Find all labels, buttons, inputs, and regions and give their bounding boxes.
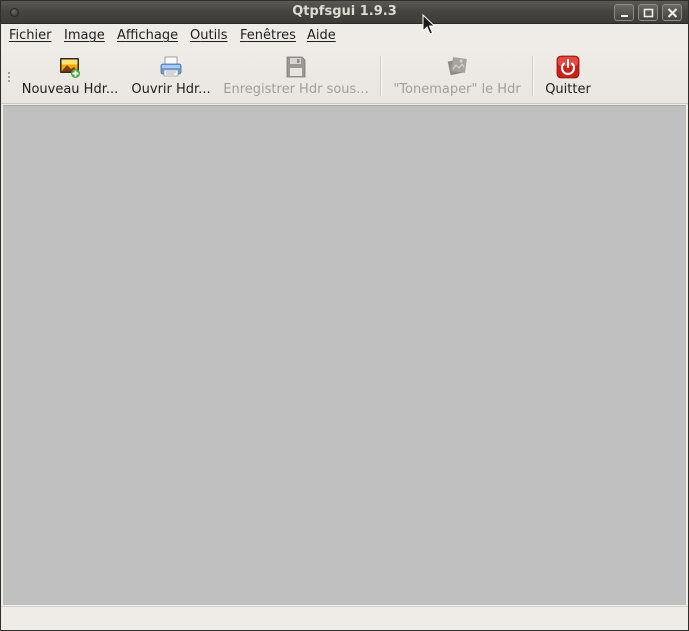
window-title: Qtpfsgui 1.9.3 xyxy=(292,4,397,19)
menu-mnemonic: A xyxy=(117,28,126,43)
save-icon xyxy=(286,56,306,78)
menu-mnemonic: A xyxy=(307,28,316,43)
menu-label: ichier xyxy=(15,28,52,43)
minimize-button[interactable] xyxy=(614,4,634,21)
menu-bar: Fichier Image Affichage Outils Fenêtres … xyxy=(1,24,688,48)
maximize-button[interactable] xyxy=(638,4,658,21)
new-hdr-button[interactable]: Nouveau Hdr... xyxy=(19,48,121,104)
tonemap-hdr-button[interactable]: "Tonemaper" le Hdr xyxy=(389,48,525,104)
mdi-workspace[interactable] xyxy=(3,105,686,605)
menu-label: utils xyxy=(200,28,228,43)
quit-label: Quitter xyxy=(545,82,591,97)
menu-aide[interactable]: Aide xyxy=(307,28,336,44)
menu-fenetres[interactable]: Fenêtres xyxy=(240,28,296,44)
status-bar xyxy=(1,606,688,630)
main-toolbar: Nouveau Hdr... Ouvrir Hdr... Enregistrer… xyxy=(1,48,688,104)
menu-label: enêtres xyxy=(246,28,296,43)
new-hdr-icon xyxy=(60,58,80,78)
save-hdr-as-label: Enregistrer Hdr sous... xyxy=(223,82,369,97)
maximize-icon xyxy=(643,8,654,18)
open-hdr-label: Ouvrir Hdr... xyxy=(131,82,211,97)
menu-outils[interactable]: Outils xyxy=(190,28,228,44)
toolbar-grip-handle[interactable] xyxy=(7,72,11,82)
minimize-icon xyxy=(621,15,628,17)
toolbar-separator xyxy=(532,56,534,96)
new-hdr-label: Nouveau Hdr... xyxy=(21,82,119,97)
main-window: Qtpfsgui 1.9.3 Fichier Image Affichage O… xyxy=(0,0,689,631)
menu-label: ffichage xyxy=(125,28,179,43)
quit-icon xyxy=(556,55,580,79)
close-icon xyxy=(667,8,678,18)
menu-fichier[interactable]: Fichier xyxy=(9,28,52,44)
menu-affichage[interactable]: Affichage xyxy=(117,28,178,44)
menu-image[interactable]: Image xyxy=(64,28,105,44)
menu-mnemonic: O xyxy=(190,28,201,43)
open-hdr-icon xyxy=(160,56,182,77)
menu-label: mage xyxy=(67,28,105,43)
close-button[interactable] xyxy=(662,4,682,21)
menu-mnemonic: F xyxy=(240,28,247,43)
open-hdr-button[interactable]: Ouvrir Hdr... xyxy=(129,48,213,104)
mouse-pointer-icon xyxy=(422,14,436,35)
save-hdr-as-button[interactable]: Enregistrer Hdr sous... xyxy=(221,48,371,104)
tonemap-icon xyxy=(447,57,467,76)
toolbar-separator xyxy=(380,56,382,96)
quit-button[interactable]: Quitter xyxy=(541,48,595,104)
title-bar[interactable]: Qtpfsgui 1.9.3 xyxy=(1,1,688,24)
menu-label: ide xyxy=(315,28,336,43)
tonemap-hdr-label: "Tonemaper" le Hdr xyxy=(393,82,521,97)
